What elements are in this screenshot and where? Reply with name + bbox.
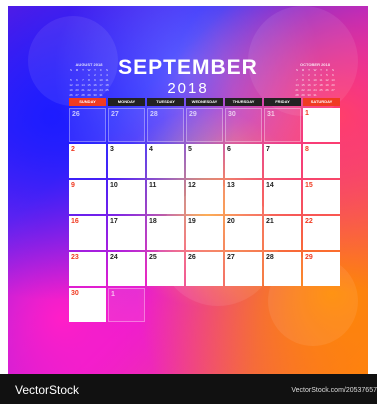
- day-cell: 16: [69, 216, 106, 250]
- day-cell: 5: [186, 144, 223, 178]
- day-cell: 18: [147, 216, 184, 250]
- day-cell-outside: 27: [108, 108, 145, 142]
- month-header: SEPTEMBER 2018: [8, 56, 368, 97]
- watermark-footer: VectorStock VectorStock.com/20537657: [0, 374, 377, 404]
- day-cell: 22: [303, 216, 340, 250]
- day-cell: 7: [264, 144, 301, 178]
- weekday-saturday: SATURDAY: [303, 98, 340, 106]
- weekday-wednesday: WEDNESDAY: [186, 98, 223, 106]
- day-cell: 29: [303, 252, 340, 286]
- calendar-poster: AUGUST 2018 SMTWTFS 1234 5 6 7 8 9 10 11 12 13 1…: [8, 6, 368, 374]
- day-cell-outside: 29: [186, 108, 223, 142]
- day-cell: 11: [147, 180, 184, 214]
- day-cell-outside: 31: [264, 108, 301, 142]
- day-cell: 9: [69, 180, 106, 214]
- day-cell: 6: [225, 144, 262, 178]
- year-label: 2018: [167, 80, 209, 97]
- day-cell: 19: [186, 216, 223, 250]
- day-cell: 2: [69, 144, 106, 178]
- day-cell: 12: [186, 180, 223, 214]
- weekday-monday: MONDAY: [108, 98, 145, 106]
- day-cell: 4: [147, 144, 184, 178]
- brand-logo: VectorStock: [15, 383, 80, 397]
- calendar-grid: SUNDAY MONDAY TUESDAY WEDNESDAY THURSDAY…: [69, 98, 345, 322]
- weekday-tuesday: TUESDAY: [147, 98, 184, 106]
- weekday-sunday: SUNDAY: [69, 98, 106, 106]
- day-cell-outside: 28: [147, 108, 184, 142]
- day-cell: 10: [108, 180, 145, 214]
- day-cell: 21: [264, 216, 301, 250]
- day-cell: 3: [108, 144, 145, 178]
- day-cell: 24: [108, 252, 145, 286]
- day-cell: 15: [303, 180, 340, 214]
- month-title: SEPTEMBER: [118, 56, 258, 79]
- day-cell-outside: 26: [69, 108, 106, 142]
- weekday-header: SUNDAY MONDAY TUESDAY WEDNESDAY THURSDAY…: [69, 98, 345, 106]
- weekday-thursday: THURSDAY: [225, 98, 262, 106]
- day-cell: 27: [225, 252, 262, 286]
- day-cell: 26: [186, 252, 223, 286]
- day-cell-outside: 30: [225, 108, 262, 142]
- day-cell: 14: [264, 180, 301, 214]
- day-cell: 30: [69, 288, 106, 322]
- day-cell: 13: [225, 180, 262, 214]
- day-cells: 26 27 28 29 30 31 1 2 3 4 5 6 7 8 9 10 1…: [69, 108, 345, 322]
- day-cell: 1: [303, 108, 340, 142]
- day-cell: 8: [303, 144, 340, 178]
- weekday-friday: FRIDAY: [264, 98, 301, 106]
- day-cell: 25: [147, 252, 184, 286]
- day-cell: 17: [108, 216, 145, 250]
- day-cell: 20: [225, 216, 262, 250]
- day-cell: 23: [69, 252, 106, 286]
- day-cell-outside: 1: [108, 288, 145, 322]
- day-cell: 28: [264, 252, 301, 286]
- image-url: VectorStock.com/20537657: [291, 387, 377, 394]
